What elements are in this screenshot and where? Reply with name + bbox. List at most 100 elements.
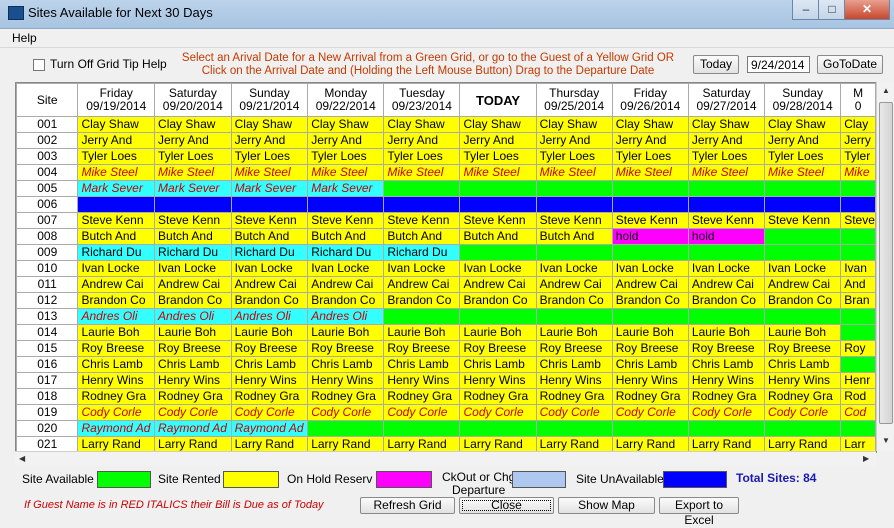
grid-cell[interactable] xyxy=(307,196,385,213)
vertical-scrollbar[interactable]: ▲ ▼ xyxy=(876,82,894,451)
grid-cell[interactable]: Ivan xyxy=(840,260,876,277)
grid-cell[interactable]: Clay Shaw xyxy=(535,116,613,133)
grid-cell[interactable]: Steve Kenn xyxy=(535,212,613,229)
grid-cell[interactable]: Chris Lamb xyxy=(154,356,232,373)
grid-cell[interactable]: Henry Wins xyxy=(611,372,689,389)
grid-cell[interactable]: Clay Shaw xyxy=(383,116,461,133)
grid-cell[interactable]: Roy Breese xyxy=(383,340,461,357)
grid-cell[interactable]: Cody Corle xyxy=(383,404,461,421)
grid-cell[interactable]: Chris Lamb xyxy=(383,356,461,373)
grid-cell[interactable]: Mike Steel xyxy=(307,164,385,181)
grid-cell[interactable]: Laurie Boh xyxy=(230,324,309,341)
grid-cell[interactable]: Chris Lamb xyxy=(611,356,689,373)
grid-cell[interactable]: Tyler Loes xyxy=(307,148,385,165)
grid-cell[interactable]: Clay Shaw xyxy=(230,116,309,133)
grid-cell[interactable]: Andrew Cai xyxy=(307,276,385,293)
grid-cell[interactable]: Jerry And xyxy=(154,132,232,149)
goto-date-button[interactable]: GoToDate xyxy=(817,55,883,74)
grid-cell[interactable]: Steve Kenn xyxy=(307,212,385,229)
grid-cell[interactable]: Andrew Cai xyxy=(154,276,232,293)
grid-cell[interactable]: Rodney Gra xyxy=(307,388,385,405)
grid-cell[interactable]: Steve Kenn xyxy=(230,212,309,229)
grid-cell[interactable] xyxy=(154,196,232,213)
grid-cell[interactable]: Roy Breese xyxy=(764,340,842,357)
date-input[interactable]: 9/24/2014 xyxy=(747,56,810,73)
grid-cell[interactable]: Steve Kenn xyxy=(611,212,689,229)
grid-cell[interactable]: Clay Shaw xyxy=(154,116,232,133)
grid-cell[interactable] xyxy=(383,180,461,197)
date-column-header[interactable]: Thursday 09/25/2014 xyxy=(535,83,613,117)
grid-cell[interactable]: Tyler Loes xyxy=(687,148,766,165)
grid-cell[interactable] xyxy=(840,420,876,437)
grid-cell[interactable]: And xyxy=(840,276,876,293)
grid-cell[interactable] xyxy=(611,180,689,197)
grid-cell[interactable]: Raymond Ad xyxy=(154,420,232,437)
availability-grid[interactable]: Site Friday 09/19/2014 Saturday 09/20/2014 S… xyxy=(15,82,877,453)
date-column-header[interactable]: Friday 09/26/2014 xyxy=(611,83,689,117)
grid-cell[interactable] xyxy=(840,308,876,325)
grid-cell[interactable]: Henr xyxy=(840,372,876,389)
grid-cell[interactable]: Andres Oli xyxy=(77,308,156,325)
grid-cell[interactable]: Brandon Co xyxy=(77,292,156,309)
grid-cell[interactable]: Rodney Gra xyxy=(230,388,309,405)
grid-cell[interactable] xyxy=(535,308,613,325)
grid-cell[interactable] xyxy=(383,308,461,325)
grid-cell[interactable] xyxy=(687,244,766,261)
grid-cell[interactable]: Brandon Co xyxy=(459,292,537,309)
grid-cell[interactable]: Laurie Boh xyxy=(535,324,613,341)
grid-cell[interactable]: Laurie Boh xyxy=(687,324,766,341)
grid-cell[interactable]: Rodney Gra xyxy=(154,388,232,405)
grid-cell[interactable]: Richard Du xyxy=(154,244,232,261)
date-column-header[interactable]: Sunday 09/28/2014 xyxy=(764,83,842,117)
grid-cell[interactable]: Henry Wins xyxy=(459,372,537,389)
grid-cell[interactable]: Chris Lamb xyxy=(459,356,537,373)
grid-cell[interactable]: Andres Oli xyxy=(230,308,309,325)
grid-cell[interactable] xyxy=(764,196,842,213)
grid-cell[interactable]: Andrew Cai xyxy=(383,276,461,293)
grid-cell[interactable] xyxy=(764,228,842,245)
grid-cell[interactable] xyxy=(840,228,876,245)
grid-cell[interactable]: Cod xyxy=(840,404,876,421)
grid-cell[interactable]: Rodney Gra xyxy=(383,388,461,405)
scroll-left-icon[interactable]: ◀ xyxy=(19,454,25,463)
grid-cell[interactable]: Tyler Loes xyxy=(383,148,461,165)
grid-cell[interactable]: Henry Wins xyxy=(154,372,232,389)
today-button[interactable]: Today xyxy=(693,55,739,74)
grid-cell[interactable] xyxy=(764,244,842,261)
grid-cell[interactable]: Ivan Locke xyxy=(230,260,309,277)
grid-cell[interactable] xyxy=(383,420,461,437)
grid-cell[interactable]: Mike Steel xyxy=(383,164,461,181)
grid-cell[interactable]: Brandon Co xyxy=(154,292,232,309)
grid-cell[interactable]: Ivan Locke xyxy=(383,260,461,277)
grid-cell[interactable]: Clay Shaw xyxy=(611,116,689,133)
grid-cell[interactable]: Brandon Co xyxy=(764,292,842,309)
grid-cell[interactable]: Brandon Co xyxy=(611,292,689,309)
grid-cell[interactable]: Laurie Boh xyxy=(154,324,232,341)
grid-cell[interactable]: Rodney Gra xyxy=(764,388,842,405)
grid-cell[interactable] xyxy=(535,420,613,437)
grid-cell[interactable]: Rodney Gra xyxy=(459,388,537,405)
grid-cell[interactable] xyxy=(687,196,766,213)
grid-cell[interactable]: Steve Kenn xyxy=(687,212,766,229)
date-column-header[interactable]: Friday 09/19/2014 xyxy=(77,83,156,117)
grid-cell[interactable] xyxy=(230,196,309,213)
grid-cell[interactable] xyxy=(687,420,766,437)
grid-cell[interactable]: Cody Corle xyxy=(77,404,156,421)
grid-cell[interactable]: Bran xyxy=(840,292,876,309)
grid-cell[interactable]: Henry Wins xyxy=(77,372,156,389)
grid-cell[interactable]: Tyler Loes xyxy=(459,148,537,165)
grid-cell[interactable] xyxy=(459,196,537,213)
grid-cell[interactable]: Cody Corle xyxy=(230,404,309,421)
refresh-grid-button[interactable]: Refresh Grid xyxy=(360,497,455,514)
grid-cell[interactable]: Brandon Co xyxy=(383,292,461,309)
grid-cell[interactable]: Mike Steel xyxy=(77,164,156,181)
grid-cell[interactable]: Henry Wins xyxy=(230,372,309,389)
grid-cell[interactable]: Butch And xyxy=(535,228,613,245)
maximize-button[interactable]: □ xyxy=(818,0,846,20)
grid-cell[interactable]: Steve xyxy=(840,212,876,229)
grid-cell[interactable]: Cody Corle xyxy=(535,404,613,421)
grid-cell[interactable]: Mike Steel xyxy=(687,164,766,181)
grid-cell[interactable]: Jerry And xyxy=(535,132,613,149)
grid-cell[interactable]: Andrew Cai xyxy=(611,276,689,293)
grid-cell[interactable]: Clay xyxy=(840,116,876,133)
